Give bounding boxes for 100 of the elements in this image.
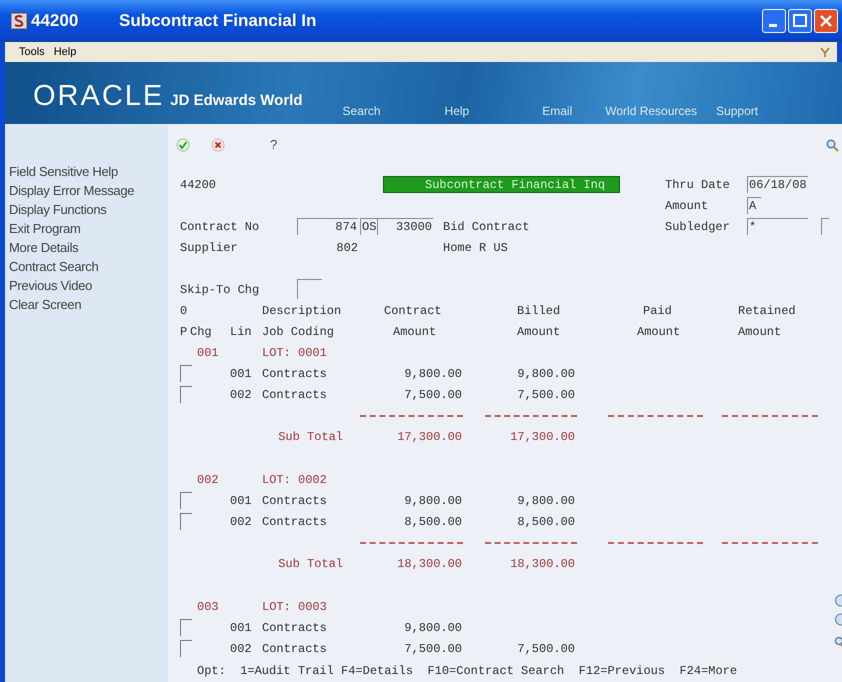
- sidebar-item[interactable]: Field Sensitive Help: [9, 162, 168, 181]
- window-title: Subcontract Financial In: [119, 10, 316, 32]
- menu-item[interactable]: Tools: [19, 44, 45, 60]
- table-cell-text: 7,500.00: [403, 386, 462, 404]
- table-cell-text: 9,800.00: [403, 620, 462, 636]
- subledger-field[interactable]: *: [747, 218, 808, 235]
- subtotal-label: Sub Total: [277, 428, 343, 446]
- column-header: Billed: [517, 302, 562, 320]
- table-cell-text: 7,500.00: [516, 386, 575, 404]
- table-cell-text: 9,800.00: [403, 492, 462, 510]
- table-cell-text: 002: [230, 386, 253, 404]
- change-number: 002: [197, 472, 220, 488]
- column-header: Amount: [393, 324, 438, 340]
- column-header: Paid: [643, 302, 673, 320]
- table-cell-text: Contracts: [262, 514, 328, 530]
- column-header: Retained: [738, 302, 796, 320]
- navigation-icon[interactable]: [834, 594, 842, 607]
- table-cell-text: 001: [230, 492, 253, 510]
- sidebar-item[interactable]: Display Error Message: [9, 181, 168, 200]
- field-label: Amount: [665, 198, 710, 214]
- table-cell-text: 001: [230, 620, 253, 636]
- lot-label: LOT: 0003: [262, 598, 327, 616]
- table-cell-text: Contracts: [262, 620, 328, 636]
- subtotal-value: 18,300.00: [509, 556, 575, 572]
- table-cell-text: 8,500.00: [516, 514, 575, 530]
- table-cell-text: 9,800.00: [516, 492, 575, 510]
- table-cell-text: 002: [230, 514, 253, 530]
- option-field[interactable]: [180, 640, 192, 657]
- contract-type-field[interactable]: OS: [360, 218, 377, 235]
- product-name: JD Edwards World: [170, 91, 303, 111]
- table-cell-text: 9,800.00: [516, 366, 575, 382]
- column-header: Lin: [230, 324, 253, 340]
- amount-field[interactable]: A: [747, 197, 761, 214]
- oracle-logo: ORACLE: [33, 82, 164, 111]
- help-button[interactable]: ?: [270, 135, 278, 155]
- table-cell-text: Contracts: [262, 386, 328, 404]
- function-key-legend: Opt: 1=Audit Trail F4=Details F10=Contract Search F12=Previous F24=More: [197, 662, 738, 680]
- contract-number-field[interactable]: 874: [297, 218, 358, 235]
- table-cell-text: 7,500.00: [516, 640, 575, 658]
- option-field[interactable]: [180, 386, 192, 403]
- change-number: 003: [197, 598, 220, 616]
- ok-icon[interactable]: [176, 138, 190, 152]
- search-icon[interactable]: [833, 636, 842, 649]
- banner-link[interactable]: Search: [342, 102, 381, 120]
- banner-link[interactable]: Support: [716, 102, 758, 120]
- table-cell-text: 002: [230, 640, 253, 658]
- option-field[interactable]: [180, 492, 192, 509]
- subtotal-value: 18,300.00: [396, 556, 462, 572]
- toolbar-icon[interactable]: [819, 46, 831, 58]
- table-cell-text: 7,500.00: [403, 640, 462, 658]
- subtotal-value: 17,300.00: [396, 428, 462, 446]
- cancel-icon[interactable]: [211, 138, 225, 152]
- program-id: 44200: [180, 176, 218, 194]
- date-field[interactable]: 06/18/08: [747, 176, 808, 193]
- option-field[interactable]: [180, 619, 192, 636]
- contract-description: Bid Contract: [443, 218, 530, 236]
- table-cell-text: Contracts: [262, 366, 328, 382]
- window-title: 44200: [31, 10, 80, 32]
- banner-link[interactable]: Email: [542, 102, 572, 120]
- banner-link[interactable]: Help: [444, 102, 470, 120]
- table-cell-text: Contracts: [262, 492, 328, 510]
- navigation-icon[interactable]: [834, 613, 842, 626]
- sidebar-item[interactable]: More Details: [9, 238, 168, 257]
- sidebar-item[interactable]: Display Functions: [9, 200, 168, 219]
- table-cell-text: 8,500.00: [403, 514, 462, 530]
- column-header: Description: [262, 302, 342, 320]
- sidebar-item[interactable]: Exit Program: [9, 219, 168, 238]
- column-header: Amount: [738, 324, 782, 340]
- sidebar-item[interactable]: Previous Video: [9, 276, 168, 295]
- skip-to-field[interactable]: [297, 279, 322, 299]
- option-field[interactable]: [180, 513, 192, 530]
- column-header: Chg: [190, 324, 213, 340]
- lot-label: LOT: 0001: [262, 344, 327, 362]
- search-icon[interactable]: [826, 138, 839, 152]
- supplier-number: 802: [335, 240, 358, 256]
- field-label: Thru Date: [665, 176, 731, 194]
- column-header: 0: [180, 302, 188, 320]
- lot-label: LOT: 0002: [262, 472, 327, 488]
- change-number: 001: [197, 344, 220, 362]
- screen-heading: Subcontract Financial Inq: [383, 176, 620, 193]
- column-header: Amount: [517, 324, 562, 340]
- column-header: Amount: [637, 324, 682, 340]
- sidebar-item[interactable]: Contract Search: [9, 257, 168, 276]
- table-cell-text: 9,800.00: [403, 366, 462, 382]
- menu-item[interactable]: Help: [54, 44, 76, 60]
- subledger-type-field[interactable]: [821, 218, 829, 235]
- company-field[interactable]: 33000: [377, 218, 433, 235]
- subtotal-value: 17,300.00: [509, 428, 575, 446]
- supplier-name: Home R US: [443, 240, 508, 256]
- sidebar-item[interactable]: Clear Screen: [9, 295, 168, 314]
- field-label: Subledger: [665, 218, 731, 236]
- field-label: Supplier: [180, 240, 239, 256]
- option-field[interactable]: [180, 365, 192, 382]
- field-label: Contract No: [180, 218, 260, 236]
- table-cell-text: 001: [230, 366, 253, 382]
- column-header: P: [180, 324, 188, 340]
- app-icon: [10, 12, 28, 30]
- column-header: Contract: [384, 302, 443, 320]
- table-cell-text: Contracts: [262, 640, 328, 658]
- subtotal-label: Sub Total: [277, 556, 343, 572]
